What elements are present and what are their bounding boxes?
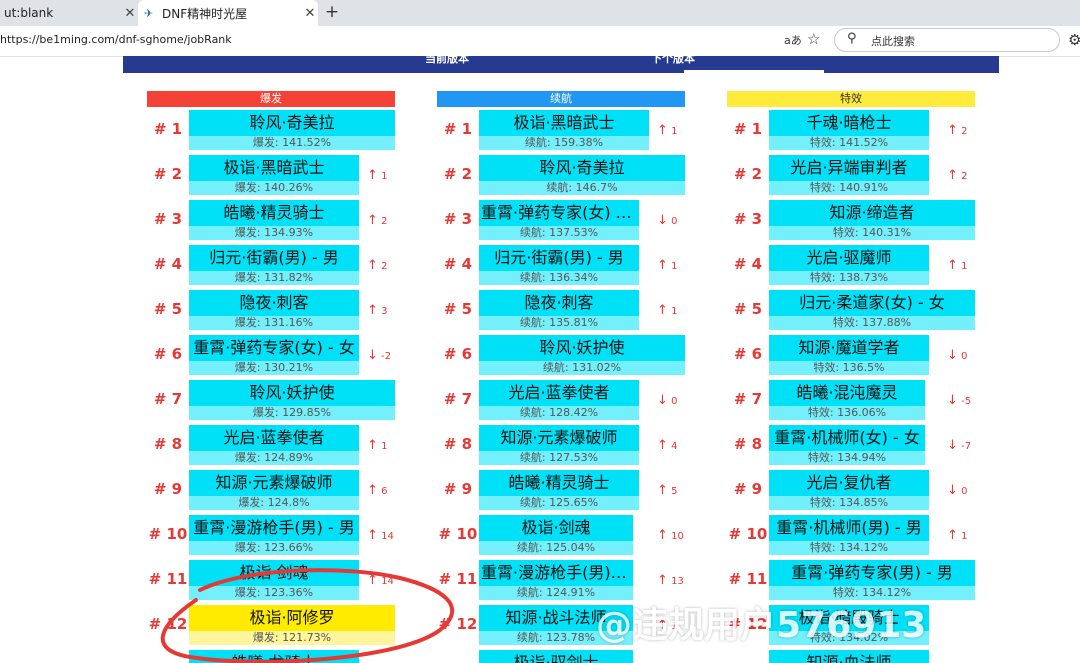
watermark: @违规用户576913 bbox=[596, 605, 927, 646]
annotation-circle bbox=[160, 568, 455, 663]
